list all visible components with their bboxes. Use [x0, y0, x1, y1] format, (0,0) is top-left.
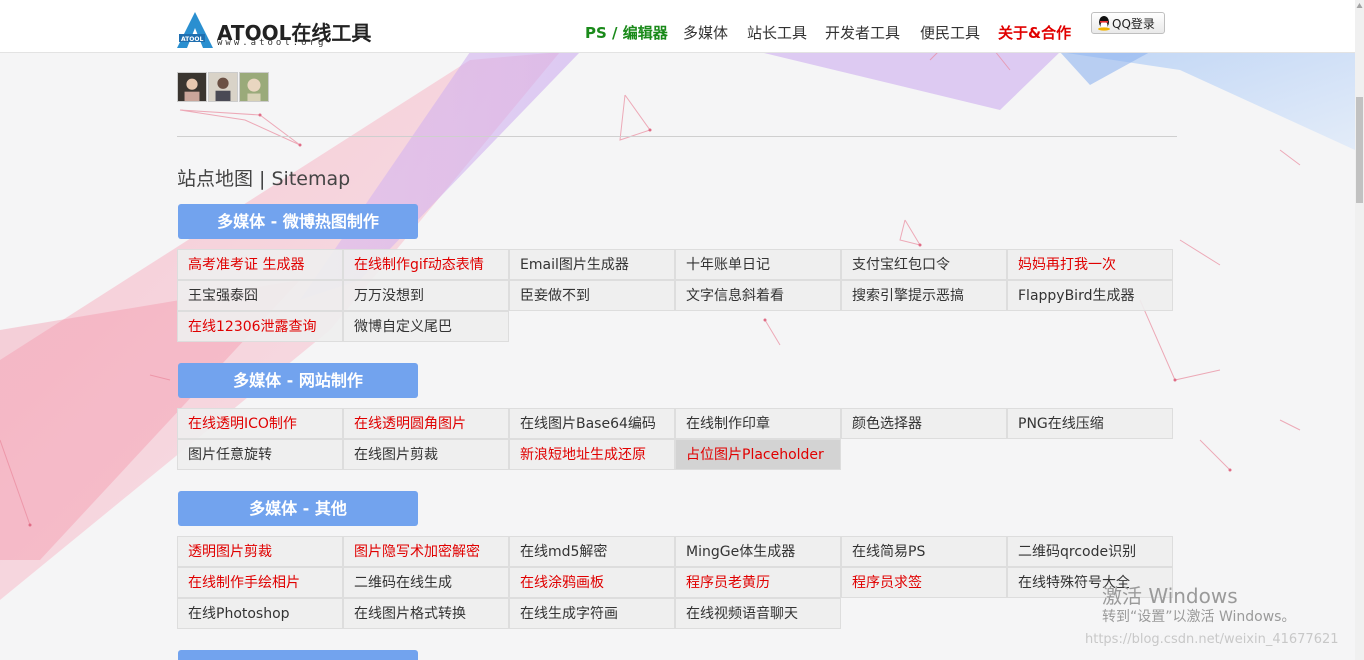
tool-link[interactable]: 二维码在线生成: [343, 567, 509, 598]
tool-link[interactable]: Email图片生成器: [509, 249, 675, 280]
section-heading-web[interactable]: 多媒体 - 网站制作: [178, 363, 418, 398]
top-navbar: ATOOL ATOOL在线工具 www.atool.org PS / 编辑器 多…: [0, 0, 1355, 53]
tool-link[interactable]: 透明图片剪裁: [177, 536, 343, 567]
tool-link[interactable]: 在线透明圆角图片: [343, 408, 509, 439]
tool-link[interactable]: 在线md5解密: [509, 536, 675, 567]
nav-developer-tools[interactable]: 开发者工具: [825, 22, 900, 43]
site-logo[interactable]: ATOOL ATOOL在线工具 www.atool.org: [177, 12, 371, 50]
tool-link[interactable]: 微博自定义尾巴: [343, 311, 509, 342]
tool-link-hovered[interactable]: 占位图片Placeholder: [675, 439, 841, 470]
tool-link[interactable]: 在线制作手绘相片: [177, 567, 343, 598]
tool-link[interactable]: 支付宝红包口令: [841, 249, 1007, 280]
section-heading-next[interactable]: [178, 650, 418, 660]
tool-link[interactable]: 在线透明ICO制作: [177, 408, 343, 439]
csdn-watermark: https://blog.csdn.net/weixin_41677621: [1085, 632, 1339, 647]
tool-link[interactable]: 图片任意旋转: [177, 439, 343, 470]
scrollbar-thumb[interactable]: [1356, 97, 1363, 203]
logo-subtitle: www.atool.org: [217, 38, 327, 48]
tool-link[interactable]: 在线图片格式转换: [343, 598, 509, 629]
tool-link[interactable]: 臣妾做不到: [509, 280, 675, 311]
svg-text:ATOOL: ATOOL: [181, 36, 203, 43]
activate-windows-subtitle: 转到“设置”以激活 Windows。: [1102, 609, 1296, 625]
tool-link[interactable]: 妈妈再打我一次: [1007, 249, 1173, 280]
tool-link[interactable]: PNG在线压缩: [1007, 408, 1173, 439]
tool-link[interactable]: 程序员求签: [841, 567, 1007, 598]
nav-ps-editor[interactable]: PS / 编辑器: [585, 22, 668, 43]
tool-link[interactable]: 新浪短地址生成还原: [509, 439, 675, 470]
tool-link[interactable]: 在线制作印章: [675, 408, 841, 439]
nav-utility-tools[interactable]: 便民工具: [920, 22, 980, 43]
tool-link[interactable]: 在线图片Base64编码: [509, 408, 675, 439]
tool-link[interactable]: 搜索引擎提示恶搞: [841, 280, 1007, 311]
tool-link[interactable]: 在线12306泄露查询: [177, 311, 343, 342]
atool-logo-icon: ATOOL: [177, 12, 213, 48]
activate-windows-title: 激活 Windows: [1102, 584, 1238, 608]
tool-link[interactable]: 二维码qrcode识别: [1007, 536, 1173, 567]
tool-link[interactable]: FlappyBird生成器: [1007, 280, 1173, 311]
avatar[interactable]: [208, 72, 238, 102]
scroll-up-arrow-icon[interactable]: [1356, 2, 1363, 9]
tool-link[interactable]: 在线生成字符画: [509, 598, 675, 629]
tool-link[interactable]: 颜色选择器: [841, 408, 1007, 439]
avatar[interactable]: [239, 72, 269, 102]
section-heading-weibo[interactable]: 多媒体 - 微博热图制作: [178, 204, 418, 239]
tool-link[interactable]: 在线简易PS: [841, 536, 1007, 567]
qq-login-button[interactable]: QQ登录: [1091, 12, 1165, 34]
tool-link[interactable]: 在线涂鸦画板: [509, 567, 675, 598]
tool-link[interactable]: 王宝强泰囧: [177, 280, 343, 311]
tool-link[interactable]: 文字信息斜着看: [675, 280, 841, 311]
tool-link[interactable]: 十年账单日记: [675, 249, 841, 280]
tool-link[interactable]: 在线图片剪裁: [343, 439, 509, 470]
avatar[interactable]: [177, 72, 207, 102]
divider: [177, 136, 1177, 137]
tool-link[interactable]: MingGe体生成器: [675, 536, 841, 567]
tool-link[interactable]: 在线Photoshop: [177, 598, 343, 629]
section-heading-other[interactable]: 多媒体 - 其他: [178, 491, 418, 526]
qq-login-label: QQ登录: [1112, 17, 1155, 31]
page-title: 站点地图 | Sitemap: [177, 168, 351, 190]
tool-link[interactable]: 图片隐写术加密解密: [343, 536, 509, 567]
nav-multimedia[interactable]: 多媒体: [683, 22, 728, 43]
qq-penguin-icon: [1098, 16, 1110, 31]
tool-link[interactable]: 在线制作gif动态表情: [343, 249, 509, 280]
nav-webmaster-tools[interactable]: 站长工具: [747, 22, 807, 43]
nav-about-cooperation[interactable]: 关于&合作: [998, 22, 1071, 43]
tool-link[interactable]: 万万没想到: [343, 280, 509, 311]
tool-link[interactable]: 高考准考证 生成器: [177, 249, 343, 280]
tool-link[interactable]: 在线视频语音聊天: [675, 598, 841, 629]
tool-link[interactable]: 程序员老黄历: [675, 567, 841, 598]
